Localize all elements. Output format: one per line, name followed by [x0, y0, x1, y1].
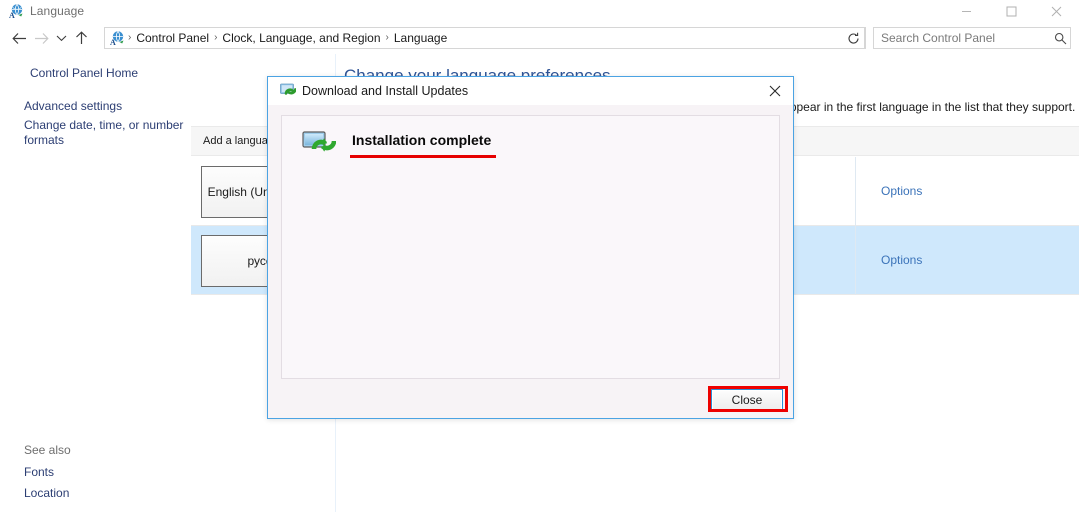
update-monitor-refresh-icon [302, 130, 336, 156]
row-column-divider [855, 157, 856, 226]
annotation-underline [350, 155, 496, 158]
search-control-panel-box[interactable]: Search Control Panel [873, 27, 1071, 49]
update-refresh-icon [280, 83, 296, 99]
breadcrumb-bar[interactable]: A › Control Panel › Clock, Language, and… [104, 27, 866, 49]
maximize-icon[interactable] [989, 0, 1034, 22]
forward-arrow-icon[interactable] [30, 26, 52, 50]
download-and-install-updates-dialog: Download and Install Updates [267, 76, 794, 419]
language-globe-icon: A [8, 3, 24, 19]
see-also-label: See also [24, 443, 71, 458]
control-panel-window: A Language [0, 0, 1079, 512]
sidebar-item-control-panel-home[interactable]: Control Panel Home [30, 66, 138, 81]
close-button[interactable]: Close [711, 389, 783, 411]
options-link[interactable]: Options [881, 184, 922, 198]
installation-status-text: Installation complete [352, 132, 491, 148]
dialog-title: Download and Install Updates [302, 82, 468, 100]
window-controls [944, 0, 1079, 22]
sidebar-item-change-date-time-number-formats[interactable]: Change date, time, or number formats [24, 118, 204, 148]
close-icon[interactable] [759, 79, 791, 103]
row-column-divider [855, 226, 856, 295]
breadcrumb-item-language[interactable]: Language [390, 28, 451, 48]
sidebar-item-advanced-settings[interactable]: Advanced settings [24, 99, 122, 114]
sidebar-item-fonts[interactable]: Fonts [24, 465, 54, 480]
minimize-icon[interactable] [944, 0, 989, 22]
dialog-content-panel: Installation complete [281, 115, 780, 379]
sidebar-item-location[interactable]: Location [24, 486, 69, 501]
window-titlebar: A Language [0, 0, 1079, 22]
svg-text:A: A [110, 38, 116, 46]
search-icon[interactable] [1050, 28, 1070, 48]
close-icon[interactable] [1034, 0, 1079, 22]
svg-text:A: A [9, 11, 15, 19]
recent-locations-icon[interactable] [52, 26, 70, 50]
dialog-titlebar: Download and Install Updates [268, 77, 793, 105]
language-globe-icon-small: A [109, 30, 125, 46]
window-title: Language [30, 3, 84, 19]
breadcrumb-item-control-panel[interactable]: Control Panel [132, 28, 213, 48]
search-input[interactable]: Search Control Panel [874, 31, 1050, 45]
up-arrow-icon[interactable] [70, 26, 92, 50]
breadcrumb-item-clock-language-region[interactable]: Clock, Language, and Region [218, 28, 384, 48]
refresh-icon[interactable] [843, 27, 865, 49]
options-link[interactable]: Options [881, 253, 922, 267]
back-arrow-icon[interactable] [8, 26, 30, 50]
